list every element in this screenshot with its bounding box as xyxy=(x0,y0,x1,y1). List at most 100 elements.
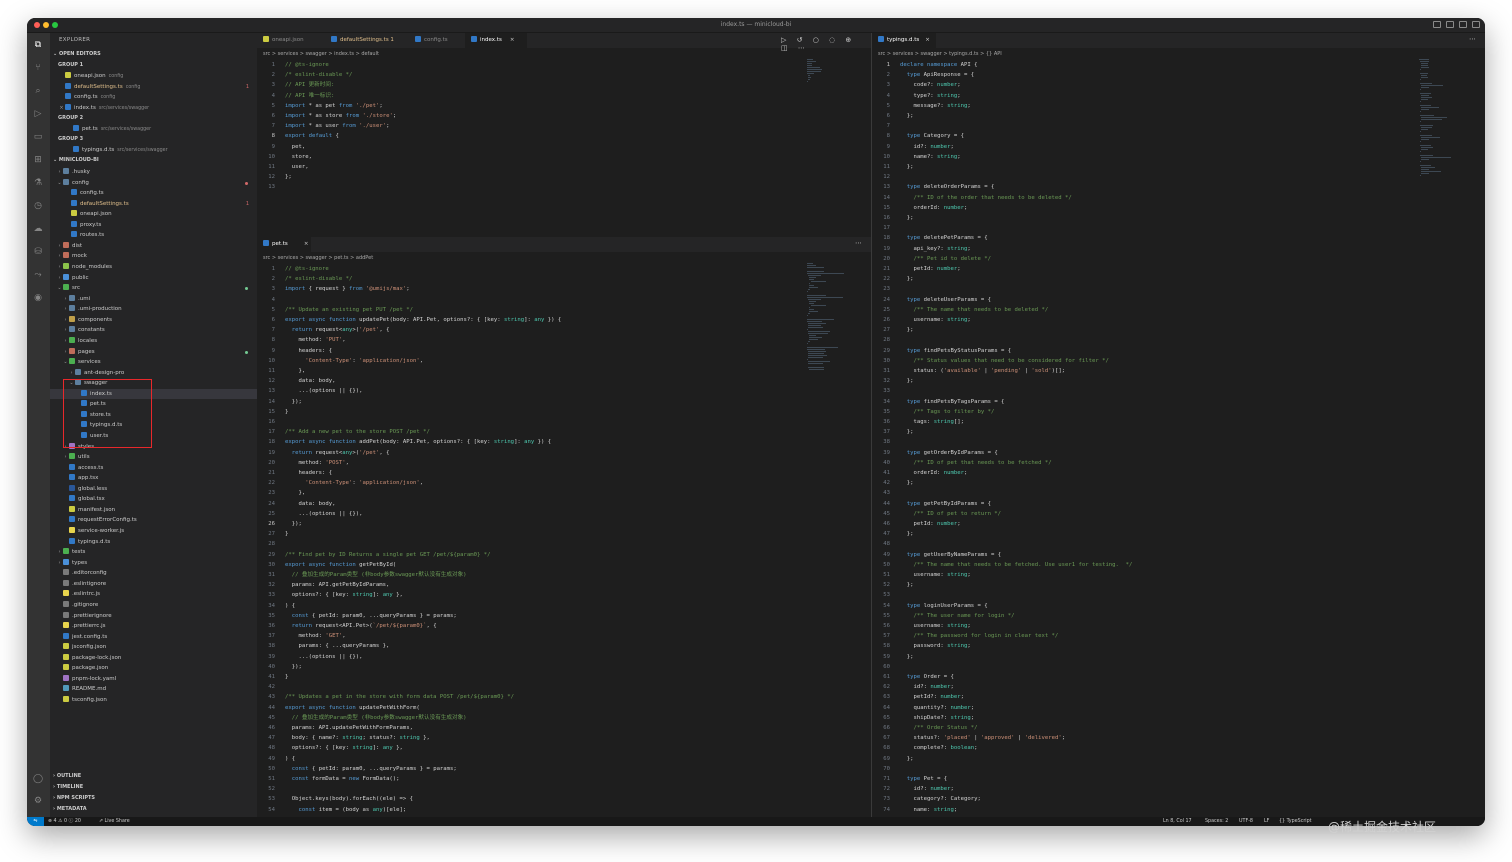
tree-item[interactable]: proxy.ts xyxy=(50,220,257,231)
tree-item[interactable]: ⌄ src xyxy=(50,283,257,294)
tree-item[interactable]: pet.ts xyxy=(50,399,257,410)
group-2-header[interactable]: GROUP 2 xyxy=(58,115,83,121)
eol-status[interactable]: LF xyxy=(1264,817,1269,826)
npm-scripts-section[interactable]: › NPM SCRIPTS xyxy=(53,795,95,801)
tab-defaultsettings[interactable]: defaultSettings.ts 1 xyxy=(325,33,409,48)
tree-item[interactable]: jsconfig.json xyxy=(50,642,257,653)
open-editor-item[interactable]: typings.d.ts src/services/swagger xyxy=(50,145,257,156)
tree-item[interactable]: app.tsx xyxy=(50,473,257,484)
remote-explorer-icon[interactable]: ▭ xyxy=(32,131,44,143)
editor-actions-icons[interactable]: ▷ ↺ ○ ◌ ⊕ ◫ ⋯ xyxy=(781,36,871,52)
open-editor-item[interactable]: × index.ts src/services/swagger xyxy=(50,103,257,114)
tree-item[interactable]: .gitignore xyxy=(50,600,257,611)
open-editor-item[interactable]: pet.ts src/services/swagger xyxy=(50,124,257,135)
tree-item[interactable]: › components xyxy=(50,315,257,326)
tree-item[interactable]: oneapi.json xyxy=(50,209,257,220)
remote-indicator-icon[interactable]: ⇋ xyxy=(27,817,44,826)
open-editors-header[interactable]: ⌄ OPEN EDITORS xyxy=(53,51,101,57)
tree-item[interactable]: .editorconfig xyxy=(50,568,257,579)
problems-status[interactable]: ⊗ 4 ⚠ 0 ⓘ 20 xyxy=(48,817,81,826)
tree-item[interactable]: .eslintrc.js xyxy=(50,589,257,600)
metadata-section[interactable]: › METADATA xyxy=(53,806,87,812)
language-mode[interactable]: {} TypeScript xyxy=(1279,817,1312,826)
outline-section[interactable]: › OUTLINE xyxy=(53,773,81,779)
database-icon[interactable]: ⛁ xyxy=(32,246,44,258)
explorer-icon[interactable]: ⧉ xyxy=(32,39,44,51)
tree-item[interactable]: jest.config.ts xyxy=(50,632,257,643)
tree-item[interactable]: .prettierrc.js xyxy=(50,621,257,632)
project-header[interactable]: ⌄ MINICLOUD-BI xyxy=(53,157,99,163)
tree-item[interactable]: ⌄ swagger xyxy=(50,378,257,389)
editor-pet-ts[interactable]: 1 // @ts-ignore 2 /* eslint-disable */ 3 impo… xyxy=(257,263,817,816)
tree-item[interactable]: config.ts xyxy=(50,188,257,199)
tree-item[interactable]: › dist xyxy=(50,241,257,252)
close-tab-icon[interactable]: × xyxy=(510,37,515,43)
tree-item[interactable]: › node_modules xyxy=(50,262,257,273)
tree-item[interactable]: › .umi-production xyxy=(50,304,257,315)
open-editor-item[interactable]: config.ts config xyxy=(50,92,257,103)
toggle-secondary-sidebar-icon[interactable] xyxy=(1459,21,1467,28)
tab-oneapi-json[interactable]: oneapi.json xyxy=(257,33,325,48)
run-debug-icon[interactable]: ▷ xyxy=(32,108,44,120)
editor-typings-d-ts[interactable]: 1 declare namespace API {2 type ApiRespon… xyxy=(872,59,1417,817)
tree-item[interactable]: .eslintignore xyxy=(50,579,257,590)
more-actions-icon[interactable]: ⋯ xyxy=(1469,35,1476,43)
minimap-pet[interactable] xyxy=(805,263,865,383)
tree-item[interactable]: package.json xyxy=(50,663,257,674)
close-tab-icon[interactable]: × xyxy=(925,37,930,43)
timeline-section[interactable]: › TIMELINE xyxy=(53,784,83,790)
tree-item[interactable]: defaultSettings.ts 1 xyxy=(50,199,257,210)
editor-index-ts[interactable]: 1 // @ts-ignore 2 /* eslint-disable */ 3 // A… xyxy=(257,59,817,239)
group-3-header[interactable]: GROUP 3 xyxy=(58,136,83,142)
tree-item[interactable]: typings.d.ts xyxy=(50,420,257,431)
source-control-icon[interactable]: ⑂ xyxy=(32,62,44,74)
tab-pet-ts[interactable]: pet.ts × xyxy=(257,237,311,252)
tree-item[interactable]: service-worker.js xyxy=(50,526,257,537)
tree-item[interactable]: ⌄ config xyxy=(50,178,257,189)
timeline-icon[interactable]: ◷ xyxy=(32,200,44,212)
account-icon[interactable]: ◯ xyxy=(32,773,44,785)
minimap-typings[interactable] xyxy=(1417,59,1477,199)
tree-item[interactable]: routes.ts xyxy=(50,230,257,241)
tree-item[interactable]: README.md xyxy=(50,684,257,695)
tree-item[interactable]: › constants xyxy=(50,325,257,336)
indentation-status[interactable]: Spaces: 2 xyxy=(1205,817,1228,826)
tree-item[interactable]: global.tsx xyxy=(50,494,257,505)
tree-item[interactable]: tsconfig.json xyxy=(50,695,257,706)
tree-item[interactable]: package-lock.json xyxy=(50,653,257,664)
tree-item[interactable]: index.ts xyxy=(50,388,257,400)
extensions-icon[interactable]: ⊞ xyxy=(32,154,44,166)
git-graph-icon[interactable]: ⤳ xyxy=(32,269,44,281)
open-editor-item[interactable]: defaultSettings.ts config 1 xyxy=(50,82,257,93)
cursor-position[interactable]: Ln 8, Col 17 xyxy=(1163,817,1192,826)
manage-gear-icon[interactable]: ⚙ xyxy=(32,795,44,807)
encoding-status[interactable]: UTF-8 xyxy=(1239,817,1253,826)
minimap-index[interactable] xyxy=(805,59,865,239)
breadcrumb-index[interactable]: src > services > swagger > index.ts > de… xyxy=(263,49,379,59)
tree-item[interactable]: › styles xyxy=(50,442,257,453)
tree-item[interactable]: user.ts xyxy=(50,431,257,442)
more-actions-icon[interactable]: ⋯ xyxy=(855,239,862,247)
tree-item[interactable]: › ant-design-pro xyxy=(50,368,257,379)
close-tab-icon[interactable]: × xyxy=(304,241,309,247)
breadcrumb-pet[interactable]: src > services > swagger > pet.ts > addP… xyxy=(263,253,373,263)
open-editor-item[interactable]: oneapi.json config xyxy=(50,71,257,82)
toggle-sidebar-icon[interactable] xyxy=(1433,21,1441,28)
tree-item[interactable]: › tests xyxy=(50,547,257,558)
tree-item[interactable]: › pages xyxy=(50,347,257,358)
tree-item[interactable]: › mock xyxy=(50,251,257,262)
github-icon[interactable]: ◉ xyxy=(32,292,44,304)
tree-item[interactable]: › types xyxy=(50,558,257,569)
toggle-panel-icon[interactable] xyxy=(1446,21,1454,28)
tree-item[interactable]: store.ts xyxy=(50,410,257,421)
tree-item[interactable]: › .husky xyxy=(50,167,257,178)
group-1-header[interactable]: GROUP 1 xyxy=(58,62,83,68)
breadcrumb-typings[interactable]: src > services > swagger > typings.d.ts … xyxy=(878,49,1002,59)
testing-icon[interactable]: ⚗ xyxy=(32,177,44,189)
tree-item[interactable]: › utils xyxy=(50,452,257,463)
tree-item[interactable]: typings.d.ts xyxy=(50,537,257,548)
liveshare-status[interactable]: ⇗ Live Share xyxy=(99,817,130,826)
tab-index-ts[interactable]: index.ts × xyxy=(465,33,527,48)
tab-config-ts[interactable]: config.ts xyxy=(409,33,465,48)
tree-item[interactable]: › public xyxy=(50,273,257,284)
